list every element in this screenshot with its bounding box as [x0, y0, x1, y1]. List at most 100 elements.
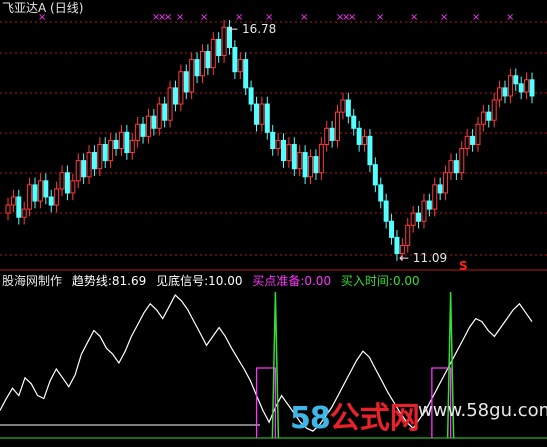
- indicator-bottom: 见底信号:10.00: [156, 274, 243, 288]
- candle-body: [470, 135, 476, 145]
- candle-body: [491, 99, 497, 121]
- candle-body: [37, 180, 43, 202]
- candle-body: [140, 123, 146, 137]
- candle-body: [443, 172, 449, 194]
- candle-body: [318, 143, 324, 174]
- candle-body: [497, 87, 503, 101]
- candle-body: [183, 71, 189, 93]
- candle-body: [145, 115, 151, 137]
- sell-signal-icon: S: [459, 259, 468, 273]
- candle-body: [524, 79, 530, 93]
- candle-body: [302, 152, 308, 178]
- candle-body: [270, 131, 276, 149]
- candle-body: [81, 160, 87, 178]
- candle-body: [243, 59, 249, 89]
- candle-body: [383, 200, 389, 222]
- candle-body: [210, 38, 216, 69]
- candle-body: [448, 160, 454, 174]
- candle-body: [308, 156, 314, 178]
- high-price-label: ← 16.78: [228, 22, 276, 36]
- candle-body: [232, 46, 238, 73]
- candle-body: [362, 135, 368, 145]
- candle-body: [459, 147, 465, 174]
- candle-body: [416, 212, 422, 222]
- watermark-num: 58: [290, 401, 331, 436]
- candle-body: [275, 139, 281, 149]
- candle-body: [259, 103, 265, 125]
- candle-body: [5, 204, 11, 214]
- candle-body: [253, 103, 259, 125]
- indicator-buy-time: 买入时间:0.00: [340, 274, 420, 288]
- candle-body: [199, 51, 205, 77]
- signal-x-icon: ×: [300, 12, 309, 23]
- candle-body: [91, 152, 97, 170]
- watermark-url: www.58gu.com: [418, 400, 547, 421]
- candle-body: [189, 59, 195, 93]
- candle-body: [281, 139, 287, 162]
- candle-body: [27, 184, 33, 210]
- low-price-label: ← 11.09: [399, 251, 447, 265]
- candle-body: [405, 224, 411, 246]
- candle-body: [124, 131, 130, 154]
- candle-body: [97, 143, 103, 170]
- signal-x-icon: ×: [472, 12, 481, 23]
- candle-body: [21, 208, 27, 218]
- candle-body: [351, 115, 357, 129]
- watermark-cn: 公式网: [329, 401, 420, 436]
- signal-x-icon: ×: [506, 12, 515, 23]
- candle-body: [480, 111, 486, 125]
- candle-body: [529, 79, 535, 97]
- candle-body: [167, 87, 173, 121]
- candle-body: [513, 75, 519, 85]
- candle-body: [59, 172, 65, 190]
- candle-body: [43, 180, 49, 198]
- candle-body: [237, 59, 243, 73]
- candle-body: [421, 200, 427, 222]
- candle-body: [453, 160, 459, 174]
- candle-body: [264, 103, 270, 133]
- candle-body: [313, 156, 319, 174]
- candle-body: [464, 135, 470, 149]
- candle-body: [286, 143, 292, 162]
- indicator-buy-prep: 买点准备:0.00: [252, 274, 332, 288]
- candle-body: [367, 135, 373, 166]
- indicator-legend: 股海网制作 趋势线:81.69 见底信号:10.00 买点准备:0.00 买入时…: [2, 274, 426, 288]
- candle-body: [340, 99, 346, 113]
- candle-body: [194, 59, 200, 77]
- candle-body: [372, 164, 378, 186]
- watermark-logo: 58公式网: [290, 393, 420, 437]
- signal-x-icon: ×: [265, 12, 274, 23]
- candle-body: [108, 139, 114, 162]
- candle-body: [10, 196, 16, 206]
- signal-x-icon: ×: [235, 12, 244, 23]
- candle-body: [437, 184, 443, 194]
- candle-body: [75, 160, 81, 182]
- signal-x-icon: ×: [348, 12, 357, 23]
- candle-body: [297, 152, 303, 170]
- signal-x-icon: ×: [440, 12, 449, 23]
- candle-body: [172, 87, 178, 105]
- signal-x-icon: ×: [410, 12, 419, 23]
- signal-x-icon: ×: [164, 12, 173, 23]
- candle-body: [335, 111, 341, 141]
- candle-body: [345, 99, 351, 117]
- candle-body: [32, 184, 38, 202]
- candle-body: [248, 87, 254, 105]
- candle-body: [48, 196, 54, 206]
- signal-x-icon: ×: [200, 12, 209, 23]
- candle-body: [129, 139, 135, 154]
- candle-body: [162, 103, 168, 121]
- candle-body: [118, 131, 124, 149]
- candle-body: [486, 111, 492, 121]
- stock-chart[interactable]: ← 16.78 ← 11.09: [0, 0, 547, 447]
- candle-body: [291, 143, 297, 170]
- candle-body: [16, 196, 22, 218]
- candle-body: [475, 123, 481, 145]
- signal-x-icon: ×: [38, 12, 47, 23]
- signal-x-icon: ×: [176, 12, 185, 23]
- candle-body: [518, 83, 524, 93]
- candle-body: [221, 26, 227, 57]
- signal-x-icon: ×: [376, 12, 385, 23]
- candle-body: [135, 123, 141, 141]
- candle-body: [329, 127, 335, 141]
